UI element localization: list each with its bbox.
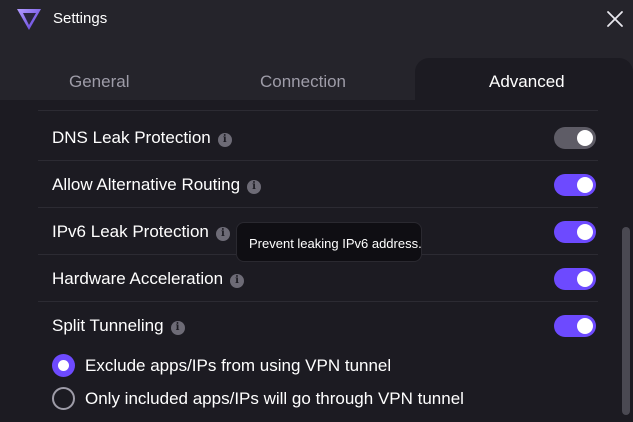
setting-label: IPv6 Leak Protection: [52, 222, 209, 241]
allow-alternative-routing-toggle[interactable]: [554, 174, 596, 196]
ipv6-leak-protection-toggle[interactable]: [554, 221, 596, 243]
setting-label: Allow Alternative Routing: [52, 175, 241, 194]
radio-button[interactable]: [52, 387, 75, 410]
setting-label-container: Hardware Acceleration i: [52, 269, 245, 289]
title-bar: Settings: [0, 0, 633, 38]
info-icon[interactable]: i: [215, 227, 230, 241]
radio-dot: [58, 360, 69, 371]
info-icon[interactable]: i: [170, 321, 185, 335]
setting-label: Hardware Acceleration: [52, 269, 224, 288]
setting-label-container: DNS Leak Protection i: [52, 128, 232, 148]
toggle-knob: [577, 177, 593, 193]
setting-row-split-tunneling: Split Tunneling i: [38, 302, 598, 349]
toggle-knob: [577, 271, 593, 287]
close-icon[interactable]: [604, 8, 626, 30]
setting-row-hardware-acceleration: Hardware Acceleration i: [38, 255, 598, 302]
split-mode-exclude-option[interactable]: Exclude apps/IPs from using VPN tunnel: [52, 353, 552, 379]
settings-window: Settings General Connection Advanced DNS…: [0, 0, 633, 422]
hardware-acceleration-toggle[interactable]: [554, 268, 596, 290]
window-title: Settings: [53, 10, 108, 27]
setting-label-container: IPv6 Leak Protection i: [52, 222, 230, 242]
toggle-knob: [577, 318, 593, 334]
info-icon[interactable]: i: [217, 133, 232, 147]
split-mode-include-option[interactable]: Only included apps/IPs will go through V…: [52, 386, 552, 412]
tab-advanced[interactable]: Advanced: [489, 72, 565, 92]
setting-row-allow-alternative-routing: Allow Alternative Routing i: [38, 161, 598, 208]
scrollbar-thumb[interactable]: [622, 227, 630, 415]
divider: [38, 110, 598, 111]
toggle-knob: [577, 130, 593, 146]
tooltip-text: Prevent leaking IPv6 address.: [249, 236, 422, 251]
info-icon[interactable]: i: [230, 274, 245, 288]
dns-leak-protection-toggle[interactable]: [554, 127, 596, 149]
setting-row-dns-leak-protection: DNS Leak Protection i: [38, 114, 598, 161]
split-tunneling-toggle[interactable]: [554, 315, 596, 337]
tab-bar: General Connection Advanced: [0, 38, 633, 100]
info-icon[interactable]: i: [247, 180, 262, 194]
setting-label-container: Split Tunneling i: [52, 316, 185, 336]
setting-label: DNS Leak Protection: [52, 128, 211, 147]
setting-label: Split Tunneling: [52, 316, 164, 335]
radio-button-selected[interactable]: [52, 354, 75, 377]
radio-label: Only included apps/IPs will go through V…: [85, 389, 464, 408]
tab-connection[interactable]: Connection: [260, 72, 346, 92]
radio-label: Exclude apps/IPs from using VPN tunnel: [85, 356, 392, 375]
protonvpn-logo-icon: [17, 9, 41, 30]
toggle-knob: [577, 224, 593, 240]
setting-label-container: Allow Alternative Routing i: [52, 175, 262, 195]
tooltip: Prevent leaking IPv6 address.: [236, 222, 422, 262]
tab-general[interactable]: General: [69, 72, 129, 92]
